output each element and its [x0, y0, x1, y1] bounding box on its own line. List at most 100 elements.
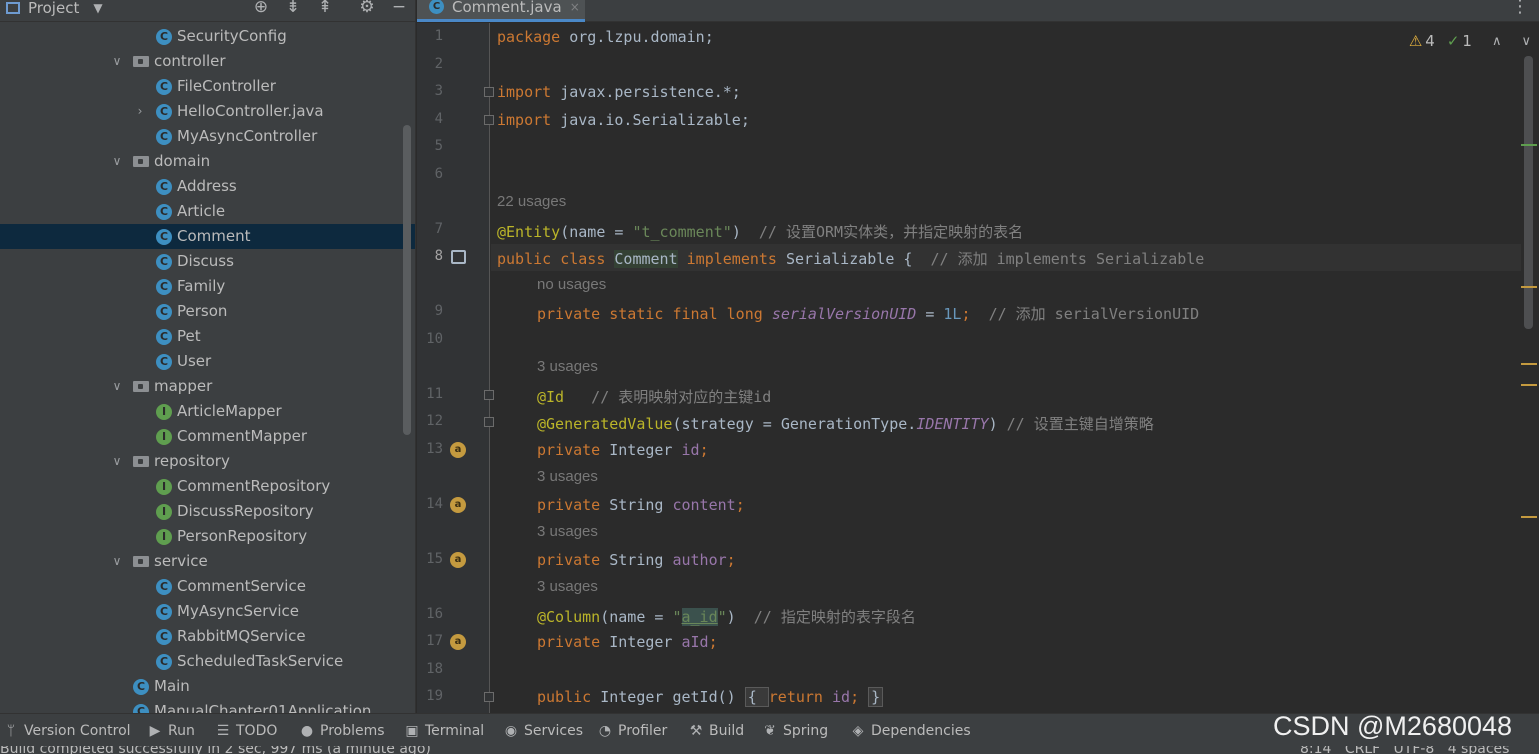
usages-hint[interactable]: 3 usages [537, 358, 598, 375]
tree-item-commentrepository[interactable]: I CommentRepository [0, 474, 415, 499]
previous-problem-icon[interactable]: ∧ [1492, 34, 1502, 49]
tree-item-label: ManualChapter01Application [154, 702, 372, 713]
caret-position[interactable]: 8:14 [1300, 746, 1331, 754]
tree-item-filecontroller[interactable]: C FileController [0, 74, 415, 99]
project-icon [6, 1, 20, 14]
tool-problems[interactable]: ● Problems [300, 714, 385, 747]
editor-gutter: 1 2 3 4 5 6 7 8 9 10 11 12 13 14 15 16 1… [417, 23, 494, 713]
tree-item-rabbitmqservice[interactable]: C RabbitMQService [0, 624, 415, 649]
tree-item-mapper[interactable]: ∨ mapper [0, 374, 415, 399]
chevron-down-icon[interactable]: ∨ [110, 374, 124, 399]
usages-hint[interactable]: 3 usages [537, 578, 598, 595]
chevron-down-icon[interactable]: ∨ [110, 149, 124, 174]
tree-item-label: ArticleMapper [177, 402, 282, 420]
tree-item-label: DiscussRepository [177, 502, 314, 520]
tree-item-manualchapter01application[interactable]: C ManualChapter01Application [0, 699, 415, 713]
java-class-icon: C [156, 304, 172, 320]
warning-marker[interactable] [1521, 363, 1537, 365]
tree-item-label: FileController [177, 77, 276, 95]
editor-tab-bar: C Comment.java × ⋮ [417, 0, 1539, 22]
package-folder-icon [133, 156, 149, 167]
chevron-down-icon[interactable]: ▼ [93, 1, 102, 15]
warning-marker[interactable] [1521, 516, 1537, 518]
gear-icon[interactable]: ⚙ [356, 0, 378, 19]
tree-item-discuss[interactable]: C Discuss [0, 249, 415, 274]
tree-item-commentmapper[interactable]: I CommentMapper [0, 424, 415, 449]
tree-item-person[interactable]: C Person [0, 299, 415, 324]
more-options-icon[interactable]: ⋮ [1511, 0, 1529, 17]
tree-item-article[interactable]: C Article [0, 199, 415, 224]
tree-item-main[interactable]: C Main [0, 674, 415, 699]
usages-hint[interactable]: 22 usages [497, 193, 566, 210]
tree-item-repository[interactable]: ∨ repository [0, 449, 415, 474]
tree-item-label: mapper [154, 377, 213, 395]
tree-item-user[interactable]: C User [0, 349, 415, 374]
hide-icon[interactable]: − [388, 0, 410, 19]
tree-item-securityconfig[interactable]: C SecurityConfig [0, 24, 415, 49]
branch-icon: ᛘ [6, 722, 16, 739]
tree-item-articlemapper[interactable]: I ArticleMapper [0, 399, 415, 424]
tree-item-discussrepository[interactable]: I DiscussRepository [0, 499, 415, 524]
tree-item-address[interactable]: C Address [0, 174, 415, 199]
file-encoding[interactable]: UTF-8 [1394, 746, 1435, 754]
chevron-down-icon[interactable]: ∨ [110, 549, 124, 574]
tree-item-label: repository [154, 452, 230, 470]
collapse-all-icon[interactable]: ⇞ [314, 0, 336, 19]
tool-run[interactable]: ▶ Run [148, 714, 195, 747]
line-number: 9 [434, 303, 443, 319]
warning-marker[interactable] [1521, 384, 1537, 386]
usages-hint[interactable]: 3 usages [537, 468, 598, 485]
tree-item-pet[interactable]: C Pet [0, 324, 415, 349]
tool-build[interactable]: ⚒ Build [689, 714, 744, 747]
tree-item-hellocontroller-java[interactable]: › C HelloController.java [0, 99, 415, 124]
code-line-7: @Entity(name = "t_comment") // 设置ORM实体类，… [497, 223, 1024, 241]
locate-icon[interactable]: ⊕ [250, 0, 272, 19]
indent-setting[interactable]: 4 spaces [1448, 746, 1510, 754]
project-panel-title[interactable]: Project [28, 0, 79, 17]
tab-comment-java[interactable]: C Comment.java × [417, 0, 585, 22]
field-column-icon[interactable]: a [450, 442, 466, 458]
chevron-right-icon[interactable]: › [133, 99, 147, 124]
tree-item-label: Pet [177, 327, 201, 345]
status-message[interactable]: Build completed successfully in 2 sec, 9… [0, 746, 431, 754]
tool-services[interactable]: ◉ Services [504, 714, 583, 747]
tree-item-personrepository[interactable]: I PersonRepository [0, 524, 415, 549]
tool-profiler[interactable]: ◔ Profiler [598, 714, 667, 747]
tool-spring[interactable]: ❦ Spring [763, 714, 828, 747]
tree-item-myasynccontroller[interactable]: C MyAsyncController [0, 124, 415, 149]
database-table-icon[interactable] [451, 250, 466, 264]
code-editor[interactable]: 1 2 3 4 5 6 7 8 9 10 11 12 13 14 15 16 1… [417, 23, 1539, 713]
tree-item-family[interactable]: C Family [0, 274, 415, 299]
field-column-icon[interactable]: a [450, 634, 466, 650]
project-tree-scrollbar[interactable] [403, 125, 411, 435]
tree-item-comment[interactable]: C Comment [0, 224, 415, 249]
tree-item-service[interactable]: ∨ service [0, 549, 415, 574]
field-column-icon[interactable]: a [450, 497, 466, 513]
next-problem-icon[interactable]: ∨ [1521, 34, 1531, 49]
tree-item-commentservice[interactable]: C CommentService [0, 574, 415, 599]
usages-hint[interactable]: no usages [537, 276, 606, 293]
tool-terminal[interactable]: ▣ Terminal [405, 714, 484, 747]
tree-item-controller[interactable]: ∨ controller [0, 49, 415, 74]
code-area[interactable]: package org.lzpu.domain; import javax.pe… [491, 23, 1521, 713]
change-marker[interactable] [1521, 144, 1537, 146]
tree-item-scheduledtaskservice[interactable]: C ScheduledTaskService [0, 649, 415, 674]
editor-scrollbar[interactable] [1524, 56, 1533, 329]
warning-marker[interactable] [1521, 286, 1537, 288]
line-number: 2 [434, 56, 443, 72]
tool-version-control[interactable]: ᛘ Version Control [4, 714, 131, 747]
line-separator[interactable]: CRLF [1345, 746, 1380, 754]
expand-all-icon[interactable]: ⇟ [282, 0, 304, 19]
chevron-down-icon[interactable]: ∨ [110, 449, 124, 474]
chevron-down-icon[interactable]: ∨ [110, 49, 124, 74]
tab-label: Comment.java [452, 0, 562, 16]
inspection-widget[interactable]: ⚠ 4 ✓ 1 ∧ ∨ [1409, 32, 1531, 50]
tree-item-myasyncservice[interactable]: C MyAsyncService [0, 599, 415, 624]
tree-item-domain[interactable]: ∨ domain [0, 149, 415, 174]
field-column-icon[interactable]: a [450, 552, 466, 568]
close-icon[interactable]: × [570, 0, 580, 14]
tool-dependencies[interactable]: ◈ Dependencies [851, 714, 971, 747]
code-line-1: package org.lzpu.domain; [497, 28, 714, 46]
tool-todo[interactable]: ☰ TODO [216, 714, 278, 747]
usages-hint[interactable]: 3 usages [537, 523, 598, 540]
